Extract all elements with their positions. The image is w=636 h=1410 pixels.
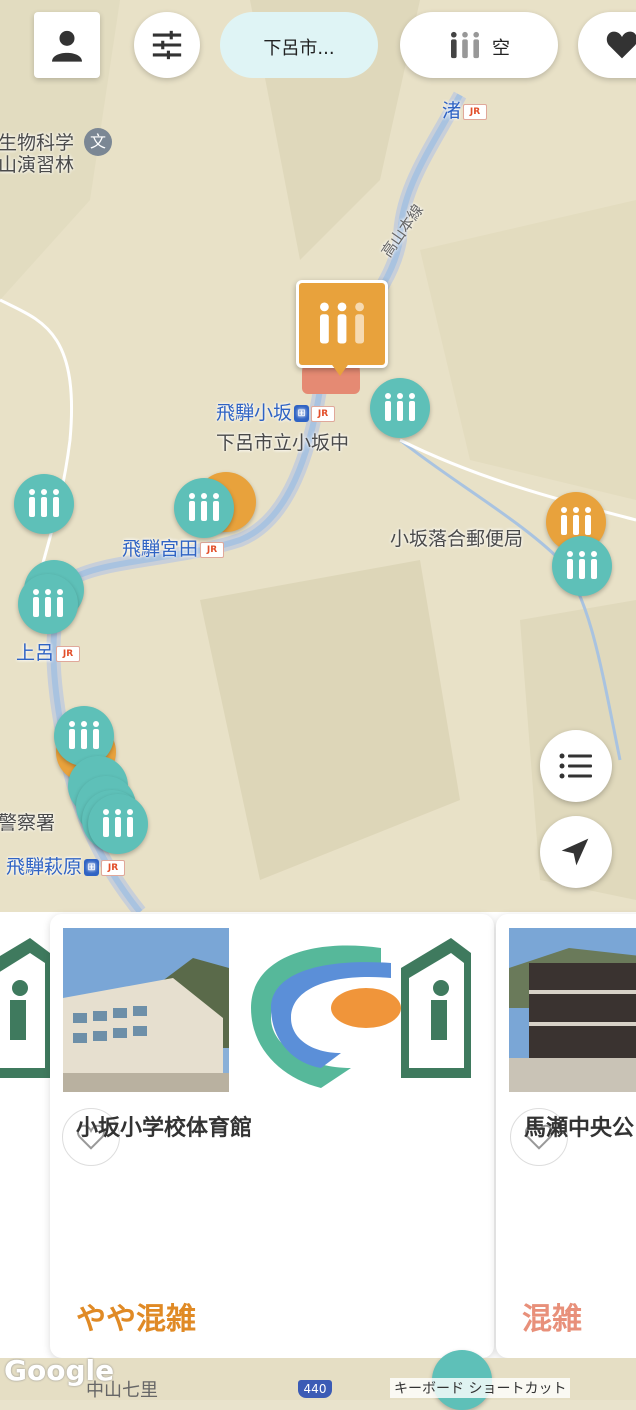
map-pin-teal[interactable] (14, 474, 74, 534)
map-pin-teal[interactable] (18, 574, 78, 634)
crowd-filter-chip[interactable]: 空 (400, 12, 558, 78)
school-icon: 文 (84, 128, 112, 156)
selected-pin[interactable] (296, 280, 388, 368)
facility-card[interactable]: 小坂小学校体育館 やや混雑 (50, 914, 494, 1358)
navigation-arrow-icon (561, 838, 589, 866)
map-label-joro[interactable]: 上呂 JR (16, 638, 81, 665)
list-view-button[interactable] (540, 730, 612, 802)
map-pin-teal[interactable] (88, 794, 148, 854)
train-icon: ⊞ (84, 859, 100, 876)
jr-icon: JR (463, 103, 488, 120)
favorites-chip[interactable] (578, 12, 636, 78)
map-label-nakayama: 中山七里 (86, 1380, 158, 1401)
map-label-forest[interactable]: 山演習林 (0, 150, 74, 177)
jr-icon: JR (101, 859, 126, 876)
facility-image-partial (401, 928, 494, 1092)
map-label-osaka-jhs[interactable]: 下呂市立小坂中 (216, 428, 349, 455)
map-label-police[interactable]: 警察署 (0, 808, 55, 835)
jr-icon: JR (56, 645, 81, 662)
jr-icon: JR (200, 541, 225, 558)
map-label-post-office[interactable]: 小坂落合郵便局 (390, 524, 523, 551)
facility-card[interactable]: 馬瀬中央公 混雑 (496, 914, 636, 1358)
crowd-chip-label: 空 (492, 38, 510, 59)
current-location-button[interactable] (540, 816, 612, 888)
card-image-partial-left (0, 928, 50, 1092)
selected-pin-tail (330, 362, 350, 376)
train-icon: ⊞ (294, 405, 310, 422)
sliders-icon (152, 30, 182, 60)
jr-icon: JR (311, 405, 336, 422)
profile-button[interactable] (34, 12, 100, 78)
crowd-status: 混雑 (522, 1302, 582, 1337)
map-label-hida-miyada[interactable]: 飛騨宮田 JR (122, 534, 225, 561)
people-icon (320, 302, 364, 344)
location-chip[interactable]: 下呂市... (220, 12, 378, 78)
facility-logo (231, 928, 401, 1092)
map-pin-teal[interactable] (552, 536, 612, 596)
map-pin-teal[interactable] (370, 378, 430, 438)
map-label-hida-osaka[interactable]: 飛騨小坂 ⊞ JR (216, 398, 336, 425)
list-icon (559, 753, 592, 779)
route-shield: 440 (298, 1380, 332, 1398)
facility-photo (63, 928, 229, 1092)
person-icon (52, 30, 82, 62)
people-icon (451, 31, 479, 59)
map-pin-teal[interactable] (174, 478, 234, 538)
facility-photo (509, 928, 636, 1092)
facility-title: 馬瀬中央公 (524, 1116, 635, 1141)
keyboard-shortcuts-link[interactable]: キーボード ショートカット (390, 1378, 571, 1398)
map-label-hida-hagiwara[interactable]: 飛騨萩原 ⊞ JR (6, 852, 126, 879)
filter-button[interactable] (134, 12, 200, 78)
heart-icon (606, 31, 636, 59)
facility-title: 小坂小学校体育館 (76, 1116, 253, 1141)
location-chip-label: 下呂市... (263, 38, 335, 59)
map-label-nagisa[interactable]: 渚 JR (442, 96, 488, 123)
crowd-status: やや混雑 (76, 1302, 196, 1337)
